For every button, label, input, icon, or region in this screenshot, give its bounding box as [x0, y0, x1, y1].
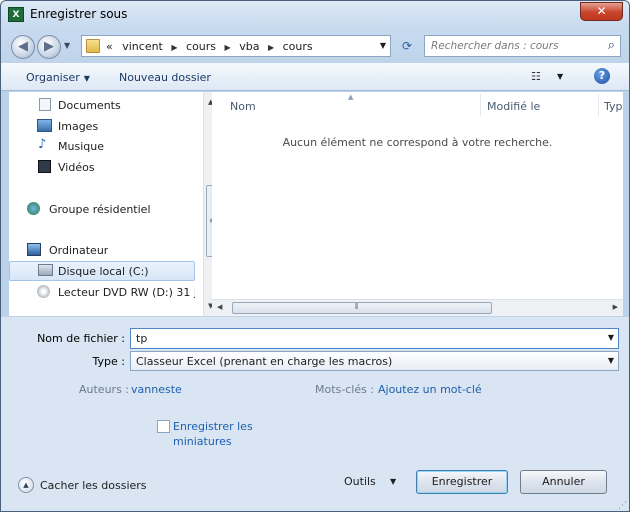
nav-item-homegroup[interactable]: Groupe résidentiel: [9, 199, 195, 219]
column-divider[interactable]: [480, 94, 481, 116]
save-form: Nom de fichier : tp ▼ Type : Classeur Ex…: [1, 317, 629, 511]
type-label: Type :: [92, 355, 125, 368]
breadcrumb-item[interactable]: vba: [239, 40, 259, 53]
command-bar: Organiser ▼ Nouveau dossier ☷ ▼ ?: [1, 63, 629, 91]
computer-icon: [27, 243, 41, 256]
nav-item-label: Groupe résidentiel: [49, 203, 151, 216]
tools-button[interactable]: Outils: [344, 475, 376, 488]
keywords-value[interactable]: Ajoutez un mot-clé: [378, 383, 482, 396]
file-type-value: Classeur Excel (prenant en charge les ma…: [136, 355, 393, 368]
title-bar: X Enregistrer sous ✕: [1, 1, 629, 29]
grip-icon: ⦀: [355, 302, 359, 311]
navigation-pane: Documents Images ♪ Musique Vidéos Groupe…: [9, 92, 219, 316]
file-list[interactable]: ▲ Nom Modifié le Typ Aucun élément ne co…: [212, 92, 623, 316]
save-button[interactable]: Enregistrer: [416, 470, 508, 494]
breadcrumb[interactable]: « vincent ▶ cours ▶ vba ▶ cours ▼: [81, 35, 391, 57]
help-icon[interactable]: ?: [594, 68, 610, 84]
hide-folders-label: Cacher les dossiers: [40, 479, 147, 492]
filename-label: Nom de fichier :: [37, 332, 125, 345]
filename-field[interactable]: tp ▼: [130, 328, 619, 349]
search-placeholder: Rechercher dans : cours: [431, 40, 559, 52]
folder-icon: [86, 39, 100, 53]
recent-pages-chevron-icon[interactable]: ▼: [64, 41, 70, 50]
file-type-select[interactable]: Classeur Excel (prenant en charge les ma…: [130, 351, 619, 371]
breadcrumb-separator-icon[interactable]: ▶: [268, 43, 274, 52]
resize-grip-icon[interactable]: ⋰: [618, 501, 627, 511]
nav-item-local-disk[interactable]: Disque local (C:): [9, 261, 195, 281]
nav-item-images[interactable]: Images: [9, 116, 195, 136]
back-arrow-icon[interactable]: ◀: [11, 35, 35, 59]
keywords-label: Mots-clés :: [315, 383, 375, 396]
nav-item-videos[interactable]: Vidéos: [9, 157, 195, 177]
new-folder-button[interactable]: Nouveau dossier: [119, 71, 211, 84]
nav-item-label: Lecteur DVD RW (D:) 31 jan: [58, 286, 195, 299]
organize-label: Organiser: [26, 71, 80, 84]
save-as-dialog: X Enregistrer sous ✕ ◀ ▶ ▼ « vincent ▶ c…: [0, 0, 630, 512]
save-thumbnails-label[interactable]: Enregistrer les miniatures: [173, 419, 263, 449]
images-icon: [37, 119, 52, 132]
close-button[interactable]: ✕: [580, 2, 623, 21]
filename-dropdown-icon[interactable]: ▼: [608, 333, 614, 342]
nav-item-label: Images: [58, 120, 99, 133]
breadcrumb-separator-icon[interactable]: ▶: [225, 43, 231, 52]
search-icon[interactable]: ⌕: [608, 38, 615, 53]
save-thumbnails-checkbox[interactable]: [157, 420, 170, 433]
window-title: Enregistrer sous: [30, 7, 128, 21]
file-list-horizontal-scrollbar[interactable]: ◀ ⦀ ▶: [212, 299, 623, 316]
column-header-name[interactable]: Nom: [230, 100, 256, 113]
refresh-icon[interactable]: ⟳: [395, 35, 419, 57]
filename-value: tp: [136, 332, 148, 345]
homegroup-icon: [27, 202, 40, 215]
collapse-up-icon: ▲: [18, 477, 34, 493]
nav-item-dvd-drive[interactable]: Lecteur DVD RW (D:) 31 jan: [9, 282, 195, 302]
view-options-icon[interactable]: ☷: [531, 70, 541, 83]
address-row: ◀ ▶ ▼ « vincent ▶ cours ▶ vba ▶ cours ▼ …: [1, 29, 629, 63]
local-disk-icon: [38, 264, 53, 276]
excel-app-icon: X: [8, 7, 24, 22]
empty-message: Aucun élément ne correspond à votre rech…: [282, 136, 553, 149]
nav-item-computer[interactable]: Ordinateur: [9, 240, 195, 260]
nav-item-label: Ordinateur: [49, 244, 109, 257]
authors-value[interactable]: vanneste: [131, 383, 182, 396]
sort-ascending-icon: ▲: [348, 93, 354, 101]
breadcrumb-item[interactable]: cours: [283, 40, 313, 53]
cancel-button[interactable]: Annuler: [520, 470, 607, 494]
organize-button[interactable]: Organiser ▼: [26, 71, 90, 84]
authors-label: Auteurs :: [79, 383, 130, 396]
nav-item-label: Disque local (C:): [58, 265, 149, 278]
address-dropdown-icon[interactable]: ▼: [380, 41, 386, 50]
breadcrumb-path: « vincent ▶ cours ▶ vba ▶ cours: [106, 40, 313, 53]
chevron-down-icon: ▼: [83, 74, 90, 83]
file-type-dropdown-icon[interactable]: ▼: [608, 356, 614, 365]
nav-item-documents[interactable]: Documents: [9, 95, 195, 115]
breadcrumb-item[interactable]: cours: [186, 40, 216, 53]
view-chevron-down-icon[interactable]: ▼: [557, 72, 563, 81]
breadcrumb-item[interactable]: vincent: [122, 40, 163, 53]
forward-arrow-icon[interactable]: ▶: [37, 35, 61, 59]
search-input[interactable]: Rechercher dans : cours ⌕: [424, 35, 621, 57]
breadcrumb-overflow[interactable]: «: [106, 40, 113, 53]
horizontal-scroll-thumb[interactable]: ⦀: [232, 302, 492, 314]
scroll-left-icon[interactable]: ◀: [217, 303, 222, 311]
scroll-right-icon[interactable]: ▶: [613, 303, 618, 311]
dvd-drive-icon: [37, 285, 50, 298]
breadcrumb-separator-icon[interactable]: ▶: [171, 43, 177, 52]
nav-item-label: Documents: [58, 99, 121, 112]
nav-item-music[interactable]: ♪ Musique: [9, 136, 195, 156]
nav-item-label: Musique: [58, 140, 104, 153]
column-header-type[interactable]: Typ: [604, 100, 623, 113]
videos-icon: [38, 160, 51, 173]
documents-icon: [39, 98, 51, 111]
nav-item-label: Vidéos: [58, 161, 95, 174]
tools-chevron-down-icon[interactable]: ▼: [390, 477, 396, 486]
column-header-modified[interactable]: Modifié le: [487, 100, 540, 113]
column-divider[interactable]: [598, 94, 599, 116]
music-icon: ♪: [38, 137, 47, 152]
